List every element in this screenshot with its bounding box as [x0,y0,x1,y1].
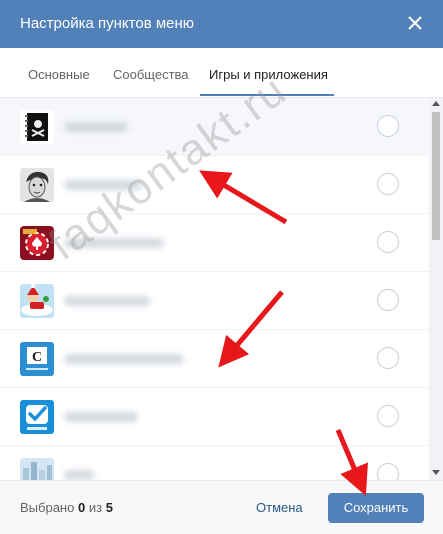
app-checkbox[interactable] [377,463,399,480]
selected-count: 0 [77,500,86,515]
notebook-skull-icon [20,110,54,144]
sketch-portrait-icon [20,168,54,202]
dialog-footer: Выбрано 0 из 5 Отмена Сохранить [0,480,443,534]
blurred-app-name [64,354,184,364]
list-item[interactable] [0,98,429,156]
blurred-app-name [64,296,150,306]
save-button[interactable]: Сохранить [328,493,424,523]
list-item[interactable] [0,156,429,214]
magic-test-icon [20,400,54,434]
list-item[interactable] [0,388,429,446]
app-checkbox[interactable] [377,347,399,369]
tab-bar: Основные Сообщества Игры и приложения [0,48,443,98]
vertical-scrollbar[interactable] [429,98,443,480]
app-checkbox[interactable] [377,231,399,253]
tab-main[interactable]: Основные [28,66,90,84]
scrollbar-thumb[interactable] [432,112,440,240]
blurred-app-name [64,470,94,480]
scroll-up-arrow-icon[interactable] [432,101,440,106]
santa-sleigh-icon [20,284,54,318]
blurred-app-name [64,238,164,248]
list-item[interactable] [0,214,429,272]
dialog-title: Настройка пунктов меню [20,15,195,32]
tab-games-apps[interactable]: Игры и приложения [209,66,328,84]
app-checkbox[interactable] [377,289,399,311]
scroll-down-arrow-icon[interactable] [432,470,440,475]
app-checkbox[interactable] [377,173,399,195]
blurred-app-name [64,180,142,190]
active-tab-indicator [200,94,334,96]
letter-c-icon: C [20,342,54,376]
app-checkbox[interactable] [377,405,399,427]
dialog-header: Настройка пунктов меню [0,0,443,48]
cancel-button[interactable]: Отмена [256,500,303,515]
poker-chip-icon [20,226,54,260]
blurred-app-name [64,122,128,132]
svg-text:C: C [32,350,42,365]
close-icon[interactable] [402,10,428,36]
list-item[interactable]: C [0,330,429,388]
city-photo-icon [20,458,54,480]
list-item[interactable] [0,446,429,480]
app-checkbox[interactable] [377,115,399,137]
list-item[interactable] [0,272,429,330]
apps-list: C [0,98,429,480]
tab-communities[interactable]: Сообщества [113,66,189,84]
blurred-app-name [64,412,138,422]
selected-total: 5 [105,500,113,515]
selected-counter: Выбрано 0 из 5 [20,500,113,515]
